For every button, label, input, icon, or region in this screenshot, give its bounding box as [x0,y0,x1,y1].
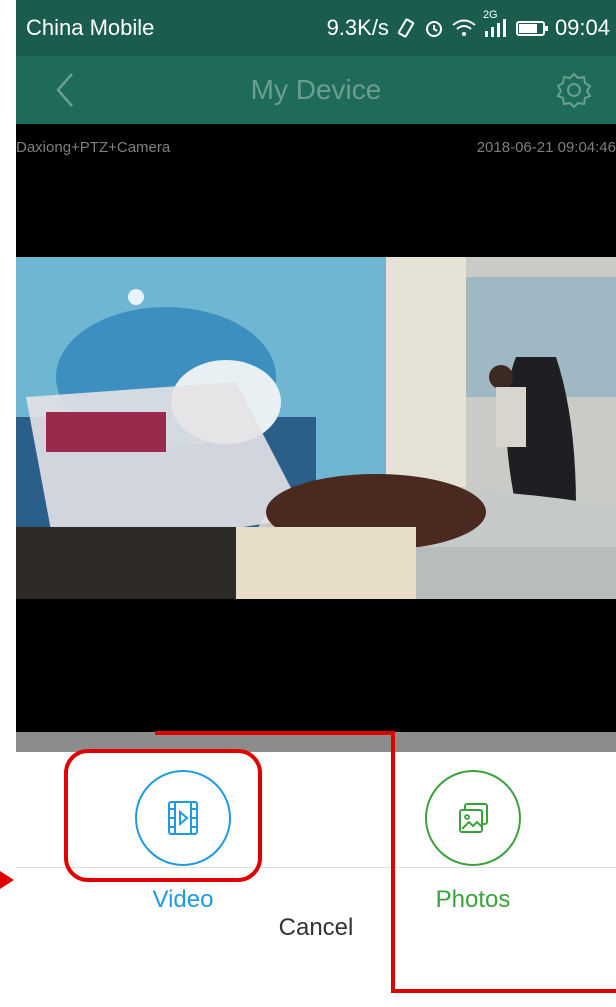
alarm-icon [423,17,445,39]
wifi-icon [451,17,477,39]
highlight-annotation [64,749,262,882]
settings-button[interactable] [552,68,596,112]
cancel-button[interactable]: Cancel [16,868,616,993]
page-title: My Device [250,74,382,105]
signal-icon: 2G [483,9,509,39]
clock-time: 09:04 [554,15,610,40]
camera-name: Daxiong+PTZ+Camera [16,139,171,156]
photos-option-circle[interactable] [425,770,521,866]
battery-icon [515,17,549,39]
camera-feed-image [16,257,616,599]
carrier-name: China Mobile [26,15,155,40]
annotation-line-top [155,731,394,735]
annotation-line-bottom [391,989,616,993]
status-bar: China Mobile 9.3K/s 2G 09:04 [16,0,616,56]
vibrate-icon [395,17,417,39]
app-header: My Device [16,56,616,124]
video-player[interactable]: Daxiong+PTZ+Camera 2018-06-21 09:04:46 [16,124,616,738]
status-indicators: 9.3K/s 2G 09:04 [326,9,610,41]
video-timestamp: 2018-06-21 09:04:46 [476,139,616,156]
back-button[interactable] [46,70,86,110]
annotation-arrow-icon [0,871,14,889]
photos-icon [459,803,488,833]
chevron-left-icon [56,73,73,107]
gear-icon [556,72,592,109]
annotation-line-vertical [391,731,395,993]
network-speed: 9.3K/s [326,15,389,40]
network-type-label: 2G [482,9,498,21]
